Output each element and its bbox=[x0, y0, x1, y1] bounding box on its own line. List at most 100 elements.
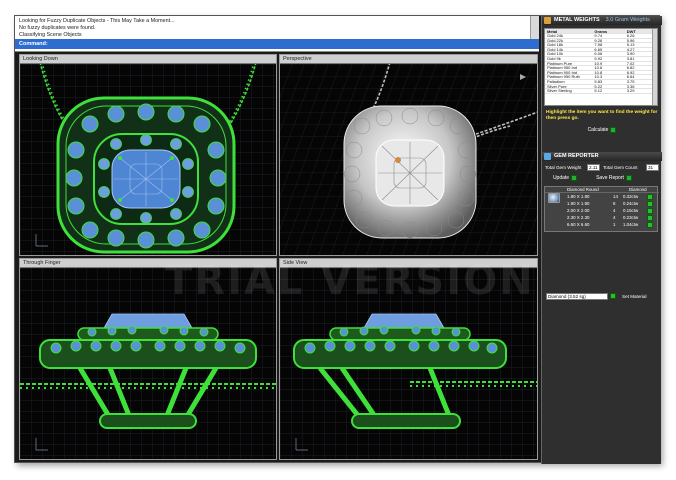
cell: 0.23ctw bbox=[623, 215, 639, 220]
command-line: No fuzzy duplicates were found. bbox=[19, 25, 96, 31]
table-row[interactable]: 2.00 X 2.00 4 0.15ctw bbox=[545, 208, 659, 214]
checkbox-icon[interactable] bbox=[647, 208, 653, 214]
material-select[interactable]: Diamond (3.52 sg) bbox=[546, 293, 608, 300]
column-header: Diamond Round bbox=[567, 187, 599, 192]
total-count-field[interactable]: 31 bbox=[646, 164, 659, 171]
cell: 2.30 X 2.30 bbox=[567, 215, 590, 220]
cell: 5.83 bbox=[594, 79, 603, 84]
viewport-title[interactable]: Through Finger bbox=[20, 259, 276, 268]
cell: Palladium bbox=[547, 79, 565, 84]
checkbox-icon[interactable] bbox=[647, 194, 653, 200]
cell: 10.8 bbox=[594, 70, 603, 75]
metal-weights-icon bbox=[544, 17, 551, 24]
cell: Silver Sterling bbox=[547, 89, 572, 93]
cell: 14 bbox=[613, 194, 618, 199]
metal-weights-header[interactable]: METAL WEIGHTS 3.0 Gram Weights bbox=[542, 16, 662, 25]
command-line: Looking for Fuzzy Duplicate Objects - Th… bbox=[19, 18, 175, 24]
metal-hint-text: Highlight the item you want to find the … bbox=[546, 110, 658, 121]
column-header: Metal bbox=[547, 29, 558, 33]
side-panel: METAL WEIGHTS 3.0 Gram Weights Metal Gram… bbox=[541, 16, 662, 464]
total-weight-field[interactable]: 2.11 bbox=[587, 164, 600, 171]
viewport-side-view[interactable]: Side View bbox=[279, 258, 538, 460]
table-row[interactable]: 1.80 X 1.80 14 0.32ctw bbox=[545, 194, 659, 200]
table-row[interactable]: 6.60 X 6.60 1 1.04ctw bbox=[545, 222, 659, 228]
update-label: Update bbox=[552, 175, 570, 181]
side-view-render bbox=[280, 268, 537, 459]
cell: 8 bbox=[613, 201, 616, 206]
save-report-button[interactable]: Save Report bbox=[590, 174, 638, 182]
table-row[interactable]: 2.30 X 2.30 4 0.23ctw bbox=[545, 215, 659, 221]
gem-reporter-header[interactable]: GEM REPORTER bbox=[542, 152, 662, 161]
checkbox-icon[interactable] bbox=[647, 215, 653, 221]
metal-weights-title: METAL WEIGHTS bbox=[554, 17, 600, 23]
cell: Gold 9k bbox=[547, 56, 561, 61]
viewport-title[interactable]: Perspective bbox=[280, 55, 537, 64]
cell: 1.80 X 1.80 bbox=[567, 194, 590, 199]
cell: 1 bbox=[613, 222, 616, 227]
total-weight-label: Total Gem Weight bbox=[545, 165, 582, 170]
cell: 7.98 bbox=[594, 43, 603, 47]
table-header-row: Diamond Round Diamond bbox=[545, 187, 659, 193]
go-icon bbox=[610, 126, 617, 133]
calculate-button[interactable]: Calculate bbox=[572, 126, 632, 134]
cell: Gold 18k bbox=[547, 43, 564, 47]
table-scrollbar[interactable] bbox=[652, 29, 657, 105]
cell: 0.32ctw bbox=[623, 194, 639, 199]
cell: 4 bbox=[613, 208, 616, 213]
column-header: Grams bbox=[594, 29, 608, 33]
gem-reporter-title: GEM REPORTER bbox=[554, 153, 599, 159]
cell: 10.3 bbox=[594, 75, 603, 79]
cell: Gold 14k bbox=[547, 47, 564, 52]
calculate-label: Calculate bbox=[587, 127, 609, 133]
cell: 1.04ctw bbox=[623, 222, 639, 227]
cell: 9.74 bbox=[594, 34, 603, 38]
viewport-looking-down[interactable]: Looking Down bbox=[19, 54, 277, 256]
viewport-through-finger[interactable]: Through Finger bbox=[19, 258, 277, 460]
cell: Gold 24k bbox=[547, 34, 564, 38]
table-row[interactable]: 1.90 X 1.90 8 0.24ctw bbox=[545, 201, 659, 207]
cell: Gold 22k bbox=[547, 38, 564, 43]
cell: Platinum 950 Ind bbox=[547, 66, 578, 70]
cell: 4 bbox=[613, 215, 616, 220]
viewport-title[interactable]: Looking Down bbox=[20, 55, 276, 64]
cell: 10.6 bbox=[594, 66, 603, 70]
metal-weights-subtitle: 3.0 Gram Weights bbox=[605, 17, 650, 23]
cell: Silver Pure bbox=[547, 84, 567, 89]
checkbox-icon[interactable] bbox=[647, 201, 653, 207]
command-prompt[interactable]: Command: bbox=[15, 39, 539, 49]
cell: 1.90 X 1.90 bbox=[567, 201, 590, 206]
metal-weights-table[interactable]: Metal Grams DWT Gold 24k 9.74 6.26 Gold 22… bbox=[544, 28, 658, 106]
cell: Platinum 900 Irid bbox=[547, 70, 578, 75]
cell: 6.65 bbox=[594, 47, 603, 52]
gem-reporter-icon bbox=[544, 153, 551, 160]
viewport-perspective[interactable]: Perspective bbox=[279, 54, 538, 256]
cell: 5.22 bbox=[594, 84, 603, 89]
set-material-button[interactable]: Set Material bbox=[622, 294, 647, 299]
cell: 9.26 bbox=[594, 38, 603, 43]
material-go-icon[interactable] bbox=[610, 293, 616, 299]
cell: 0.15ctw bbox=[623, 208, 639, 213]
table-row[interactable]: Silver Sterling 5.12 3.29 bbox=[545, 89, 657, 94]
front-view-render bbox=[20, 268, 276, 459]
command-line: Classifying Scene Objects bbox=[19, 32, 82, 38]
cell: 2.00 X 2.00 bbox=[567, 208, 590, 213]
perspective-render bbox=[280, 64, 537, 255]
checkbox-icon[interactable] bbox=[647, 222, 653, 228]
column-header: Diamond bbox=[629, 187, 647, 192]
total-count-label: Total Gem Count bbox=[603, 165, 638, 170]
command-history: Looking for Fuzzy Duplicate Objects - Th… bbox=[15, 16, 539, 52]
update-button[interactable]: Update bbox=[550, 174, 580, 182]
viewport-title[interactable]: Side View bbox=[280, 259, 537, 268]
app-window: Looking for Fuzzy Duplicate Objects - Th… bbox=[14, 15, 662, 464]
command-scrollbar[interactable] bbox=[530, 16, 539, 39]
cell: 6.60 X 6.60 bbox=[567, 222, 590, 227]
gem-table[interactable]: Diamond Round Diamond 1.80 X 1.80 14 0.3… bbox=[544, 186, 659, 232]
cell: 10.9 bbox=[594, 61, 603, 66]
cell: 5.12 bbox=[594, 89, 603, 93]
cell: 0.24ctw bbox=[623, 201, 639, 206]
cell: Gold 10k bbox=[547, 52, 564, 56]
top-view-render bbox=[20, 64, 276, 255]
cell: Platinum 950 Ruth bbox=[547, 75, 580, 79]
save-report-label: Save Report bbox=[596, 175, 624, 181]
go-icon bbox=[625, 174, 632, 181]
